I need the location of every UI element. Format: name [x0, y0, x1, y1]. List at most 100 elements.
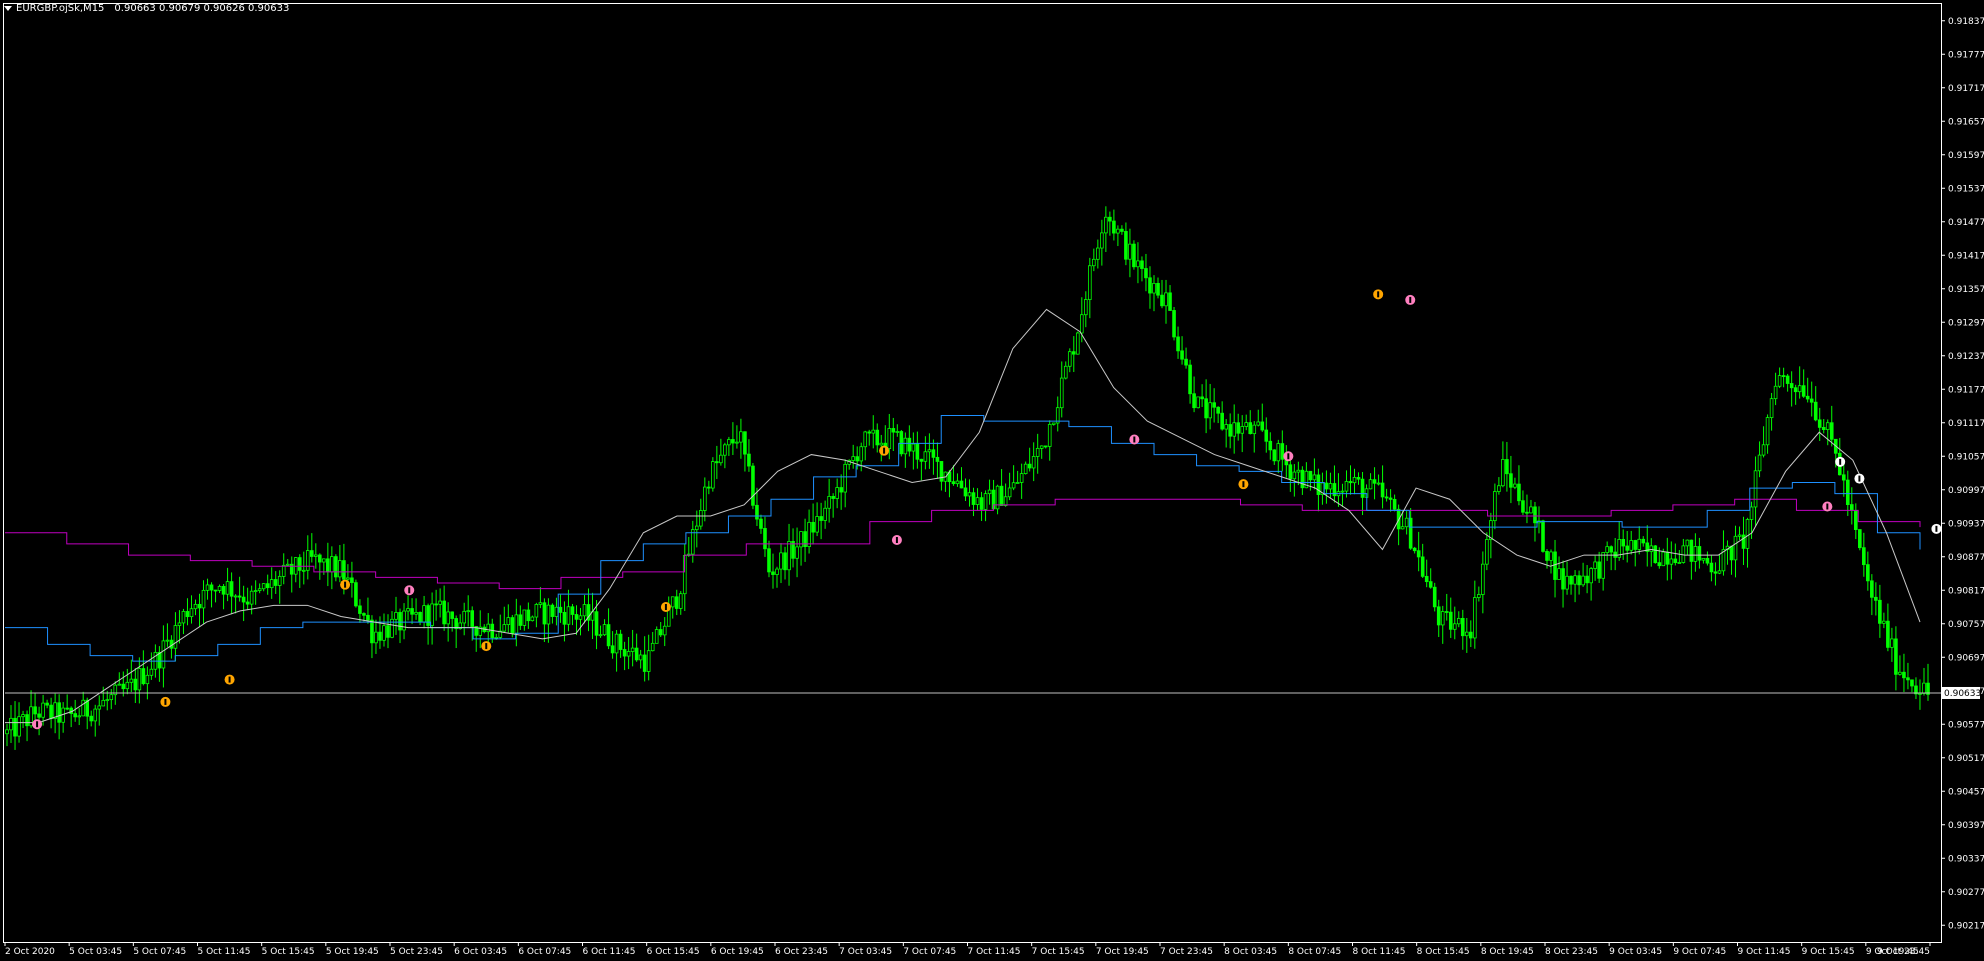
candle-body — [1296, 469, 1301, 473]
candle-body — [1280, 443, 1285, 460]
candle-body — [1448, 611, 1453, 630]
candle-body — [326, 558, 330, 573]
candle-body — [530, 616, 535, 622]
candle-body — [1894, 638, 1898, 675]
time-tick-label: 6 Oct 19:45 — [711, 947, 764, 957]
candle-body — [77, 715, 81, 718]
candle-body — [261, 583, 266, 590]
candle-body — [269, 579, 274, 589]
candle-body — [105, 699, 110, 702]
candle-body — [1092, 258, 1096, 267]
candle-body — [1769, 398, 1774, 418]
price-tick-label: 0.90937 — [1948, 519, 1984, 529]
candle-body — [1224, 424, 1228, 430]
time-tick-label: 8 Oct 07:45 — [1288, 947, 1341, 957]
candle-body — [1308, 470, 1313, 481]
candle-body — [350, 577, 354, 584]
current-price-label: 0.90633 — [1944, 689, 1981, 699]
price-chart[interactable]: 0.91837 0.91777 0.91717 0.91657 0.91597 0.915… — [0, 0, 1984, 961]
price-axis[interactable]: 0.91837 0.91777 0.91717 0.91657 0.91597 0.915… — [1941, 17, 1984, 932]
candle-body — [851, 456, 856, 461]
candle-body — [650, 642, 655, 652]
candle-body — [1593, 561, 1597, 569]
candle-body — [618, 633, 623, 650]
candle-body — [1629, 540, 1634, 551]
candle-body — [185, 611, 190, 618]
time-tick-label: 7 Oct 19:45 — [1096, 947, 1149, 957]
candle-body — [233, 595, 238, 598]
time-tick-label: 7 Oct 15:45 — [1032, 947, 1085, 957]
signal-markers — [32, 289, 1942, 730]
candle-body — [610, 645, 615, 654]
candle-body — [1637, 538, 1642, 550]
candle-body — [1023, 463, 1028, 474]
candle-body — [1120, 228, 1124, 232]
candle-body — [1192, 393, 1196, 409]
candle-body — [137, 668, 142, 691]
candle-body — [1541, 520, 1545, 552]
candle-body — [237, 595, 242, 598]
candle-body — [975, 497, 980, 505]
candle-body — [815, 516, 819, 533]
candle-body — [839, 487, 843, 493]
candle-body — [1793, 387, 1798, 393]
candle-body — [1372, 479, 1377, 484]
candle-body — [979, 497, 984, 510]
candle-body — [1657, 562, 1662, 567]
price-tick-label: 0.90697 — [1948, 653, 1984, 663]
ma-fast-line — [5, 308, 1921, 724]
ma-mid-line — [5, 414, 1921, 662]
candle-body — [1268, 440, 1273, 451]
candle-body — [951, 481, 956, 485]
candle-body — [225, 581, 230, 595]
candle-body — [1188, 364, 1192, 395]
candle-body — [811, 521, 815, 533]
candle-body — [931, 449, 936, 458]
candle-body — [795, 546, 799, 559]
candle-body — [1436, 606, 1441, 626]
candle-body — [518, 614, 523, 626]
time-axis[interactable]: 2 Oct 2020 5 Oct 03:45 5 Oct 07:45 5 Oct 11… — [4, 942, 1931, 957]
candle-body — [1084, 299, 1088, 316]
candle-body — [49, 704, 53, 719]
dropdown-triangle-icon[interactable] — [4, 6, 12, 11]
candle-body — [699, 510, 703, 527]
candle-body — [819, 516, 823, 521]
candle-body — [1075, 332, 1080, 355]
candle-body — [634, 647, 639, 661]
ohlc-quote-label: 0.90663 0.90679 0.90626 0.90633 — [114, 3, 290, 14]
candle-body — [414, 611, 418, 615]
time-tick-label: 7 Oct 07:45 — [903, 947, 956, 957]
candle-body — [967, 492, 972, 497]
chart-window[interactable]: 0.91837 0.91777 0.91717 0.91657 0.91597 0.915… — [0, 0, 1984, 961]
candle-body — [582, 604, 587, 617]
candle-body — [1216, 406, 1220, 414]
candle-body — [1136, 260, 1140, 268]
time-tick-label: 9 Oct 15:45 — [1802, 947, 1855, 957]
candle-body — [1874, 596, 1878, 601]
candle-body — [205, 584, 210, 591]
candle-body — [301, 569, 306, 572]
signal-marker-orange — [1238, 479, 1249, 490]
candle-body — [45, 702, 49, 706]
candle-body — [1809, 398, 1814, 403]
candle-body — [342, 560, 346, 580]
candle-body — [201, 589, 206, 609]
candle-body — [430, 603, 434, 626]
candle-body — [1649, 545, 1654, 552]
candle-body — [1152, 282, 1156, 294]
candle-body — [1733, 535, 1738, 561]
candle-body — [983, 493, 988, 510]
candle-body — [855, 456, 860, 462]
price-tick-label: 0.91477 — [1948, 218, 1984, 228]
candle-body — [197, 603, 202, 609]
price-tick-label: 0.90277 — [1948, 888, 1984, 898]
candle-body — [1100, 232, 1104, 249]
candle-body — [1597, 561, 1601, 579]
candle-body — [241, 596, 246, 603]
candle-body — [1609, 546, 1613, 553]
signal-marker-white — [1835, 456, 1846, 467]
candle-body — [1557, 568, 1561, 580]
candle-body — [510, 617, 515, 634]
candle-body — [366, 614, 370, 621]
